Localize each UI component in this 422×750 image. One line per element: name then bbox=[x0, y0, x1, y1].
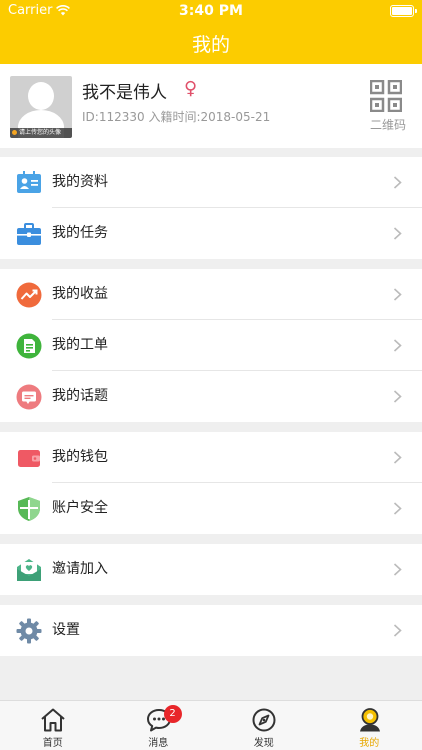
menu-item-label: 我的资料 bbox=[52, 174, 108, 190]
wallet-icon bbox=[18, 450, 40, 467]
menu-item-label: 我的收益 bbox=[52, 286, 108, 302]
menu-group-work: 我的收益 我的工单 我的话题 bbox=[0, 269, 422, 422]
user-name: 我不是伟人 bbox=[82, 83, 167, 103]
user-id-join-date: ID:112330 入籍时间:2018-05-21 bbox=[82, 110, 271, 124]
tab-messages[interactable]: 2 消息 bbox=[106, 701, 212, 750]
page-title: 我的 bbox=[191, 34, 230, 56]
user-icon bbox=[359, 708, 380, 732]
menu-group-wallet: 我的钱包 账户安全 bbox=[0, 432, 422, 534]
menu-item-label: 设置 bbox=[52, 622, 80, 638]
chevron-right-icon bbox=[393, 451, 402, 464]
battery-icon bbox=[390, 5, 417, 17]
tab-home[interactable]: 首页 bbox=[0, 701, 106, 750]
menu-group-profile: 我的资料 我的任务 bbox=[0, 157, 422, 259]
menu-item-label: 账户安全 bbox=[52, 500, 108, 516]
menu-item-label: 我的钱包 bbox=[52, 449, 108, 465]
tab-label: 我的 bbox=[359, 738, 380, 749]
menu-item-label: 我的任务 bbox=[52, 225, 108, 241]
female-gender-icon: ♀ bbox=[184, 78, 198, 99]
menu-group-invite: 邀请加入 bbox=[0, 544, 422, 595]
menu-item-my-tasks[interactable]: 我的任务 bbox=[0, 208, 422, 259]
chevron-right-icon bbox=[393, 563, 402, 576]
compass-icon bbox=[252, 708, 276, 732]
earnings-trend-icon bbox=[16, 282, 42, 308]
shield-icon bbox=[18, 497, 40, 521]
menu-item-my-topics[interactable]: 我的话题 bbox=[0, 371, 422, 422]
profile-card[interactable]: 请上传您的头像 我不是伟人 ♀ ID:112330 入籍时间:2018-05-2… bbox=[0, 64, 422, 148]
menu-item-settings[interactable]: 设置 bbox=[0, 605, 422, 656]
tab-label: 首页 bbox=[42, 738, 63, 749]
home-icon bbox=[41, 708, 65, 732]
qr-code-label: 二维码 bbox=[369, 118, 406, 132]
menu-item-invite[interactable]: 邀请加入 bbox=[0, 544, 422, 595]
chevron-right-icon bbox=[393, 502, 402, 515]
tab-discover[interactable]: 发现 bbox=[211, 701, 317, 750]
tab-label: 发现 bbox=[253, 738, 274, 749]
qr-code-button[interactable]: 二维码 bbox=[366, 78, 410, 134]
avatar-upload-caption: 请上传您的头像 bbox=[10, 128, 72, 138]
menu-group-settings: 设置 bbox=[0, 605, 422, 656]
menu-item-label: 邀请加入 bbox=[52, 561, 108, 577]
menu-item-my-work-orders[interactable]: 我的工单 bbox=[0, 320, 422, 371]
tab-label: 消息 bbox=[148, 738, 169, 749]
qr-code-icon bbox=[370, 80, 402, 112]
chevron-right-icon bbox=[393, 288, 402, 301]
menu-item-my-wallet[interactable]: 我的钱包 bbox=[0, 432, 422, 483]
chevron-right-icon bbox=[393, 390, 402, 403]
profile-card-icon bbox=[17, 171, 41, 193]
chevron-right-icon bbox=[393, 624, 402, 637]
topic-chat-icon bbox=[16, 384, 42, 410]
menu-item-label: 我的话题 bbox=[52, 388, 108, 404]
unread-badge: 2 bbox=[163, 705, 182, 723]
tab-me[interactable]: 我的 bbox=[317, 701, 422, 750]
menu-item-my-earnings[interactable]: 我的收益 bbox=[0, 269, 422, 320]
work-order-icon bbox=[16, 333, 42, 359]
status-time: 3:40 PM bbox=[179, 3, 243, 19]
tab-bar: 首页 2 消息 发现 我的 bbox=[0, 700, 422, 750]
chevron-right-icon bbox=[393, 227, 402, 240]
briefcase-icon bbox=[17, 223, 41, 245]
menu-item-label: 我的工单 bbox=[52, 337, 108, 353]
invite-envelope-icon bbox=[17, 559, 41, 581]
gear-icon bbox=[16, 618, 42, 644]
menu-item-account-security[interactable]: 账户安全 bbox=[0, 483, 422, 534]
status-bar: Carrier 3:40 PM bbox=[0, 0, 422, 22]
menu-item-my-profile[interactable]: 我的资料 bbox=[0, 157, 422, 208]
chevron-right-icon bbox=[393, 176, 402, 189]
chevron-right-icon bbox=[393, 339, 402, 352]
nav-header: Carrier 3:40 PM 我的 bbox=[0, 0, 422, 64]
avatar[interactable]: 请上传您的头像 bbox=[10, 76, 72, 138]
